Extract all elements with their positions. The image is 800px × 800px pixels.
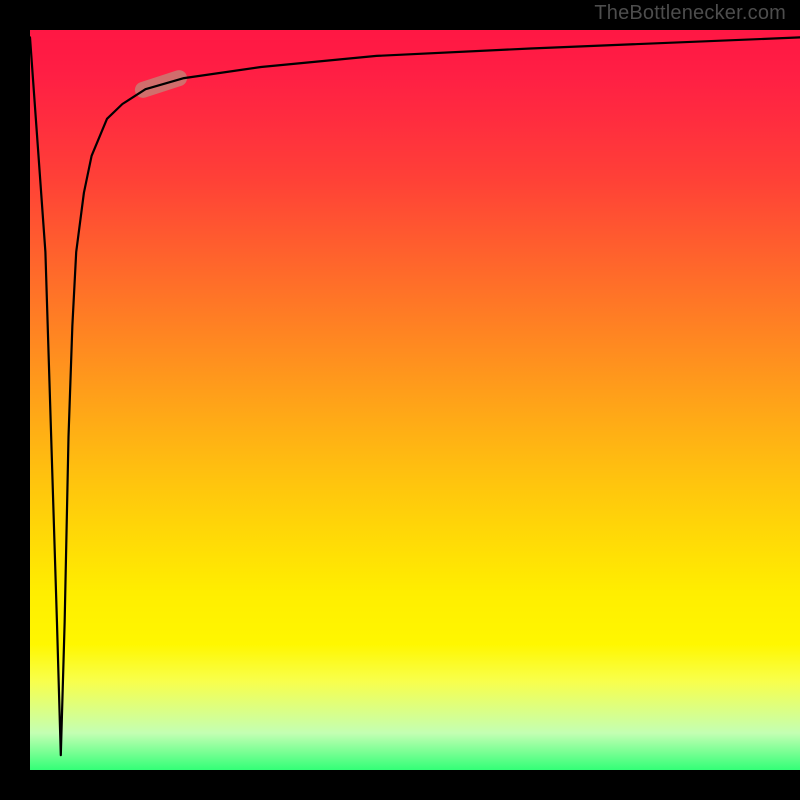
curve-line xyxy=(30,37,800,755)
curve-svg xyxy=(30,30,800,770)
watermark-text: TheBottlenecker.com xyxy=(594,2,786,25)
plot-area xyxy=(30,30,800,770)
chart-frame: TheBottlenecker.com xyxy=(0,0,800,800)
